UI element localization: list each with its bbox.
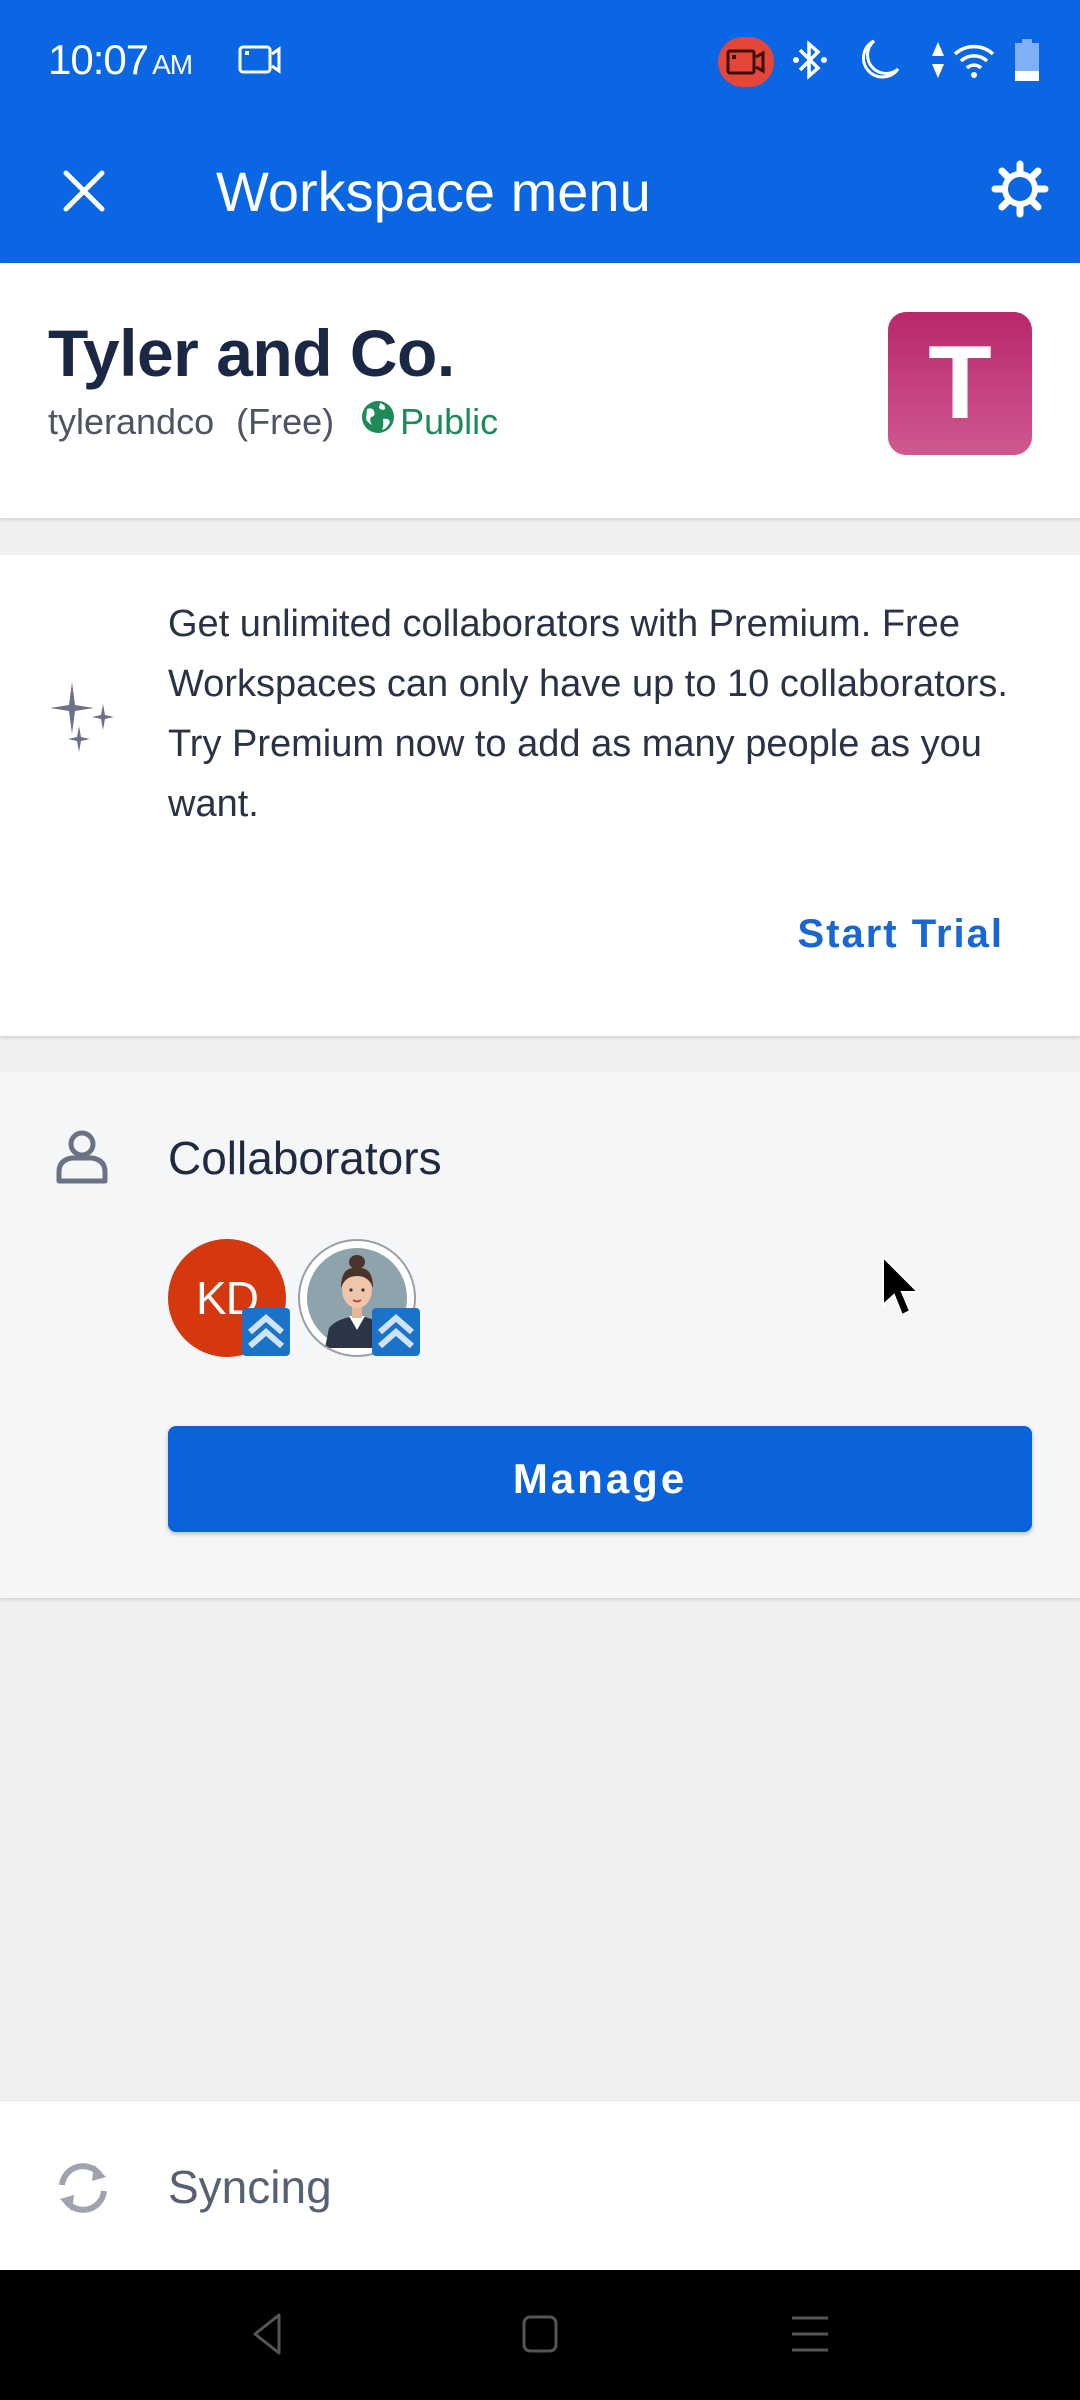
recents-lines-icon: [790, 2314, 830, 2357]
close-icon: [62, 169, 106, 216]
status-icons: [718, 34, 1040, 90]
wifi-icon: [952, 40, 996, 85]
admin-chevrons-icon: [372, 1308, 420, 1361]
mouse-cursor-icon: [880, 1254, 926, 1326]
battery-icon: [1014, 38, 1040, 86]
gear-icon: [991, 160, 1049, 221]
page-title: Workspace menu: [216, 160, 651, 223]
do-not-disturb-moon-icon: [856, 37, 902, 88]
sparkles-icon: [44, 682, 118, 763]
workspace-visibility: Public: [360, 399, 498, 444]
sync-icon: [50, 2155, 116, 2226]
recording-active-icon: [718, 37, 774, 87]
premium-promo-text: Get unlimited collaborators with Premium…: [168, 603, 1008, 825]
workspace-meta: tylerandco (Free) Public: [48, 399, 498, 444]
clock-time: 10:07: [48, 36, 149, 83]
clock-ampm: AM: [152, 49, 193, 80]
globe-icon: [360, 399, 400, 444]
status-time: 10:07 AM: [48, 36, 193, 84]
bluetooth-icon: [792, 38, 828, 87]
admin-chevrons-icon: [242, 1308, 290, 1361]
workspace-name: Tyler and Co.: [48, 316, 455, 390]
screen-record-icon: [238, 44, 282, 81]
back-triangle-icon: [249, 2312, 285, 2359]
nav-back-button[interactable]: [222, 2305, 312, 2365]
manage-collaborators-button[interactable]: Manage: [168, 1426, 1032, 1532]
person-icon: [54, 1128, 110, 1189]
settings-button[interactable]: [980, 150, 1060, 230]
system-nav-bar: [0, 2270, 1080, 2400]
collaborator-avatar[interactable]: [298, 1239, 420, 1357]
workspace-logo[interactable]: T: [888, 312, 1032, 455]
workspace-handle: tylerandco: [48, 400, 215, 442]
app-bar: Workspace menu: [0, 120, 1080, 263]
sync-status-bar: Syncing: [0, 2100, 1080, 2270]
premium-promo-card: Get unlimited collaborators with Premium…: [0, 555, 1080, 1036]
status-bar: 10:07 AM: [0, 0, 1080, 120]
home-square-icon: [521, 2314, 559, 2357]
workspace-header-card: Tyler and Co. tylerandco (Free) Public T: [0, 263, 1080, 518]
data-arrows-icon: [930, 40, 946, 85]
collaborator-avatars: KD: [168, 1239, 420, 1357]
close-button[interactable]: [44, 152, 124, 232]
collaborators-title: Collaborators: [168, 1132, 442, 1184]
visibility-label: Public: [400, 400, 499, 442]
nav-recents-button[interactable]: [765, 2305, 855, 2365]
collaborators-card: Collaborators KD Manage: [0, 1072, 1080, 1598]
collaborator-avatar[interactable]: KD: [168, 1239, 290, 1357]
nav-home-button[interactable]: [495, 2305, 585, 2365]
workspace-logo-letter: T: [928, 325, 992, 441]
start-trial-button[interactable]: Start Trial: [797, 912, 1004, 957]
workspace-plan: (Free): [236, 400, 335, 442]
sync-label: Syncing: [168, 2161, 332, 2213]
